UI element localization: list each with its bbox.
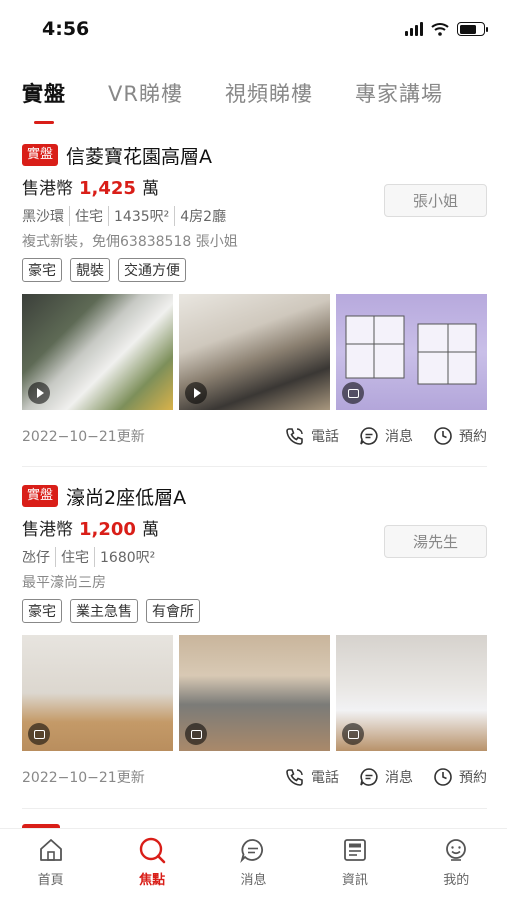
gallery-icon	[185, 723, 207, 745]
nav-messages-label: 消息	[240, 873, 267, 888]
clock-icon	[434, 427, 452, 445]
gallery-icon	[342, 723, 364, 745]
photo-strip	[22, 635, 487, 751]
tag: 交通方便	[118, 258, 186, 282]
tab-listings[interactable]: 實盤	[22, 78, 66, 124]
phone-icon	[286, 769, 303, 786]
spec-area: 1435呎²	[108, 206, 174, 226]
tag: 豪宅	[22, 258, 62, 282]
listing-photo-bedroom[interactable]	[179, 294, 330, 410]
spec-rooms: 4房2廳	[174, 206, 231, 226]
chat-icon	[240, 839, 264, 864]
chat-icon	[360, 427, 378, 445]
battery-icon	[457, 22, 488, 36]
wifi-icon	[431, 23, 449, 36]
news-icon	[343, 839, 366, 861]
booking-label: 預約	[459, 770, 487, 786]
tag: 豪宅	[22, 599, 62, 623]
clock-icon	[434, 768, 452, 786]
booking-button[interactable]: 預約	[433, 767, 487, 787]
nav-focus-label: 焦點	[139, 873, 166, 888]
spec-type: 住宅	[55, 547, 94, 567]
booking-button[interactable]: 預約	[433, 426, 487, 446]
gallery-icon	[28, 723, 50, 745]
tab-expert-talk[interactable]: 專家講場	[355, 78, 443, 118]
message-label: 消息	[385, 429, 413, 445]
call-button[interactable]: 電話	[285, 767, 339, 787]
listing-description: 最平濠尚三房	[22, 575, 106, 591]
price-unit: 萬	[141, 179, 159, 199]
listing-footer: 2022−10−21更新 電話 消息 預約	[22, 424, 487, 448]
listing-photo-kitchen[interactable]	[179, 635, 330, 751]
price-value: 1,425	[79, 178, 136, 199]
tag: 有會所	[146, 599, 200, 623]
divider	[22, 466, 487, 467]
nav-home[interactable]: 首頁	[16, 835, 86, 900]
listing-photo-bedroom[interactable]	[336, 635, 487, 751]
tab-vr-viewing[interactable]: VR睇樓	[108, 78, 183, 118]
listing-footer: 2022−10−21更新 電話 消息 預約	[22, 765, 487, 789]
call-button[interactable]: 電話	[285, 426, 339, 446]
status-bar: 4:56	[0, 0, 507, 58]
listing-tags: 豪宅 靚裝 交通方便	[22, 258, 487, 282]
nav-profile-label: 我的	[443, 873, 470, 888]
tag: 靚裝	[70, 258, 110, 282]
home-icon	[39, 839, 62, 861]
bottom-nav: 首頁 焦點 消息 資訊 我的	[0, 828, 507, 900]
price-value: 1,200	[79, 519, 136, 540]
chat-icon	[360, 768, 378, 786]
tab-video-viewing[interactable]: 視頻睇樓	[225, 78, 313, 118]
listing-photo-living-room[interactable]	[22, 635, 173, 751]
profile-icon	[446, 839, 467, 861]
update-date: 2022−10−21更新	[22, 770, 145, 786]
focus-icon	[139, 837, 166, 864]
photo-strip	[22, 294, 487, 410]
price-unit: 萬	[141, 520, 159, 540]
call-label: 電話	[311, 770, 339, 786]
booking-label: 預約	[459, 429, 487, 445]
listing-title[interactable]: 信菱寶花園高層A	[66, 142, 212, 169]
listing-badge: 實盤	[22, 485, 59, 507]
tag: 業主急售	[70, 599, 138, 623]
gallery-icon	[342, 382, 364, 404]
signal-icon	[405, 22, 423, 36]
price-prefix: 售港幣	[22, 520, 73, 540]
nav-home-label: 首頁	[37, 873, 64, 888]
nav-focus[interactable]: 焦點	[117, 835, 187, 900]
listing-tags: 豪宅 業主急售 有會所	[22, 599, 487, 623]
update-date: 2022−10−21更新	[22, 429, 145, 445]
tab-bar: 實盤 VR睇樓 視頻睇樓 專家講場	[22, 78, 443, 124]
call-label: 電話	[311, 429, 339, 445]
listing-card[interactable]: 實盤 信菱寶花園高層A 售港幣 1,425 萬 張小姐 黑沙環 住宅 1435呎…	[22, 142, 487, 448]
play-icon	[185, 382, 207, 404]
price-prefix: 售港幣	[22, 179, 73, 199]
nav-messages[interactable]: 消息	[218, 835, 288, 900]
agent-button[interactable]: 張小姐	[384, 184, 487, 217]
play-icon	[28, 382, 50, 404]
spec-area: 1680呎²	[94, 547, 160, 567]
listing-badge: 實盤	[22, 144, 59, 166]
status-icons	[405, 22, 488, 36]
message-label: 消息	[385, 770, 413, 786]
listing-card[interactable]: 實盤 濠尚2座低層A 售港幣 1,200 萬 湯先生 氹仔 住宅 1680呎² …	[22, 483, 487, 789]
listing-title[interactable]: 濠尚2座低層A	[66, 483, 186, 510]
spec-district: 黑沙環	[22, 209, 64, 225]
nav-news[interactable]: 資訊	[320, 835, 390, 900]
message-button[interactable]: 消息	[359, 767, 413, 787]
spec-type: 住宅	[69, 206, 108, 226]
message-button[interactable]: 消息	[359, 426, 413, 446]
agent-button[interactable]: 湯先生	[384, 525, 487, 558]
listing-photo-floorplan[interactable]	[336, 294, 487, 410]
nav-news-label: 資訊	[341, 873, 368, 888]
divider	[22, 808, 487, 809]
spec-district: 氹仔	[22, 550, 50, 566]
status-time: 4:56	[42, 18, 90, 40]
listing-description: 複式新裝，免佣63838518 張小姐	[22, 234, 238, 250]
listing-photo-balcony[interactable]	[22, 294, 173, 410]
phone-icon	[286, 428, 303, 445]
nav-profile[interactable]: 我的	[421, 835, 491, 900]
